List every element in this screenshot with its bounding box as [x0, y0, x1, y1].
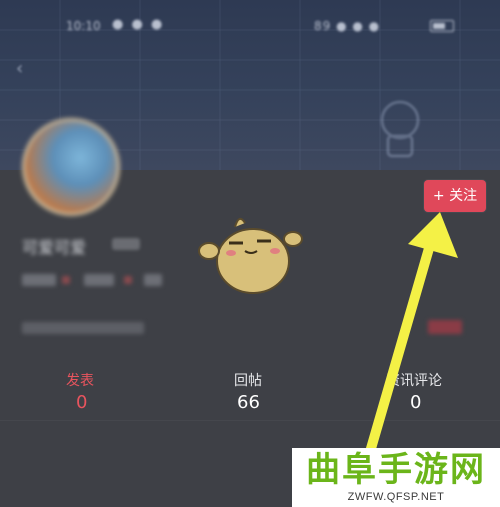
status-time: 10:10	[66, 19, 101, 33]
stat-replies-label: 回帖	[234, 373, 262, 389]
status-bar: 10:10 ● ● ● 89 ● ● ●	[0, 14, 500, 38]
back-arrow-icon[interactable]: ‹	[16, 58, 36, 79]
signature-text	[22, 322, 144, 334]
watermark-url: ZWFW.QFSP.NET	[347, 491, 445, 503]
profile-info-5	[144, 274, 162, 286]
banner-mascot-icon	[380, 100, 420, 158]
battery-icon	[430, 20, 454, 32]
stats-row: 发表 0 回帖 66 资讯评论 0	[0, 366, 500, 416]
edit-profile-button[interactable]	[428, 320, 462, 334]
level-badge	[112, 238, 140, 250]
stat-replies-value: 66	[237, 392, 260, 413]
stat-posts-value: 0	[76, 392, 88, 413]
profile-info-3	[84, 274, 114, 286]
profile-info-2	[62, 276, 70, 284]
screen: 10:10 ● ● ● 89 ● ● ● ‹ + 关注 可爱可爱 发表 0 回帖…	[0, 0, 500, 507]
profile-info-4	[124, 276, 132, 284]
follow-button[interactable]: + 关注	[424, 180, 486, 212]
mascot-icon	[198, 217, 303, 294]
notification-icons: ● ● ●	[112, 17, 165, 32]
username: 可爱可爱	[22, 238, 87, 257]
divider	[0, 420, 500, 421]
stat-posts-label: 发表	[66, 373, 94, 389]
network-status: 89 ● ● ●	[314, 19, 381, 33]
stat-news-comments-value: 0	[410, 392, 422, 413]
stat-news-comments-label: 资讯评论	[386, 373, 442, 389]
avatar[interactable]	[22, 118, 120, 216]
profile-info-1	[22, 274, 56, 286]
watermark-logo: 曲阜手游网	[306, 450, 486, 490]
